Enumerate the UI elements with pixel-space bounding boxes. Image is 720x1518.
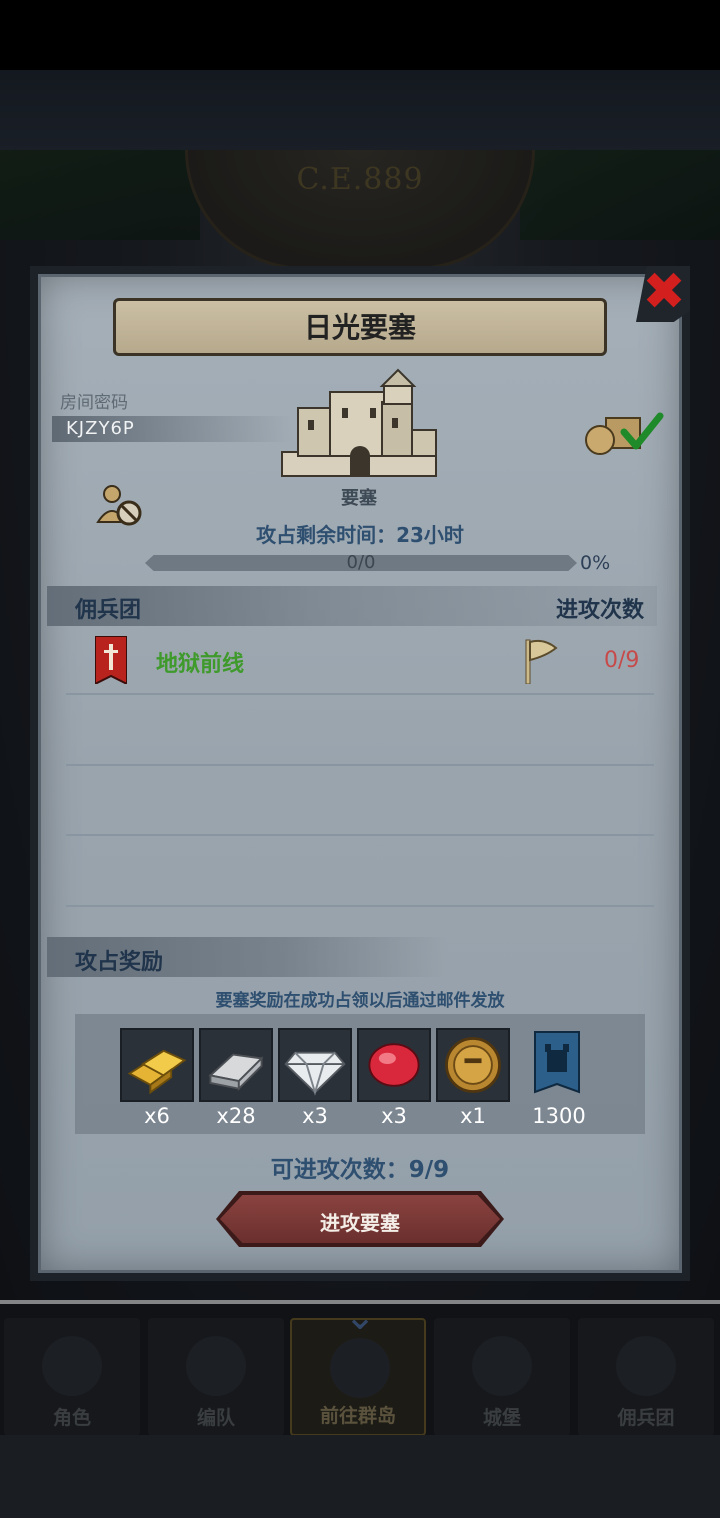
row-divider	[66, 834, 654, 836]
gold-bars-icon	[127, 1049, 187, 1095]
attacks-available: 可进攻次数：9/9	[270, 1157, 450, 1183]
reward-qty: x1	[460, 1104, 486, 1128]
guild-attack-count: 0/9	[604, 648, 640, 673]
row-divider	[66, 764, 654, 766]
room-password-label: 房间密码	[60, 393, 128, 413]
reward-item-silver[interactable]	[199, 1028, 273, 1102]
diamond-icon	[284, 1051, 346, 1096]
rewards-header: 攻占奖励	[75, 950, 164, 975]
reward-qty: x6	[144, 1104, 170, 1128]
guild-banner-icon	[95, 636, 127, 684]
fortress-label: 要塞	[341, 488, 377, 509]
guild-name[interactable]: 地狱前线	[156, 646, 244, 678]
ruby-icon	[368, 1043, 420, 1087]
row-divider	[66, 693, 654, 695]
close-icon[interactable]: ✖	[641, 264, 687, 320]
castle-banner-icon[interactable]	[533, 1030, 581, 1100]
rewards-note: 要塞奖励在成功占领以后通过邮件发放	[215, 991, 505, 1011]
dialog-title: 日光要塞	[303, 311, 416, 344]
reward-qty: x28	[216, 1104, 256, 1128]
fortress-icon	[281, 368, 437, 477]
row-divider	[66, 905, 654, 907]
room-password-value[interactable]: KJZY6P	[66, 418, 135, 439]
roster-header-left: 佣兵团	[75, 598, 142, 623]
reward-item-gold[interactable]	[120, 1028, 194, 1102]
reward-item-medal[interactable]	[436, 1028, 510, 1102]
reward-item-diamond[interactable]	[278, 1028, 352, 1102]
flag-icon	[525, 639, 558, 684]
reward-bag-check-icon[interactable]	[584, 408, 664, 456]
silver-bar-icon	[208, 1053, 264, 1091]
reward-item-ruby[interactable]	[357, 1028, 431, 1102]
bottom-strip	[0, 1435, 720, 1518]
helmet-coin-icon	[445, 1037, 501, 1093]
reward-qty: x3	[381, 1104, 407, 1128]
progress-text: 0/0	[346, 552, 376, 573]
roster-header-right: 进攻次数	[555, 598, 644, 623]
reward-qty: 1300	[532, 1104, 586, 1128]
progress-percent: 0%	[580, 552, 611, 574]
attack-fortress-label[interactable]: 进攻要塞	[216, 1207, 504, 1236]
time-remaining: 攻占剩余时间：23小时	[256, 523, 464, 547]
reward-qty: x3	[302, 1104, 328, 1128]
status-bar	[0, 0, 720, 70]
